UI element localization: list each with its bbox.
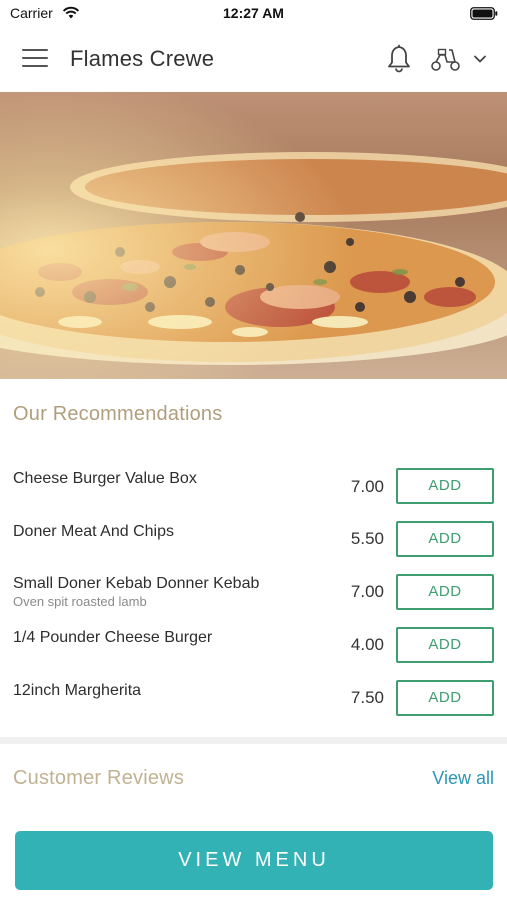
item-price: 5.50 — [350, 529, 384, 548]
item-name: Small Doner Kebab Donner Kebab — [13, 575, 260, 592]
list-item: Cheese Burger Value Box 7.00 ADD — [0, 467, 507, 519]
status-bar: Carrier 12:27 AM — [0, 0, 507, 26]
item-name: Doner Meat And Chips — [13, 523, 174, 540]
item-price: 4.00 — [350, 635, 384, 654]
list-item: Doner Meat And Chips 5.50 ADD — [0, 520, 507, 572]
view-all-link[interactable]: View all — [432, 768, 494, 789]
item-price: 7.50 — [350, 688, 384, 707]
scooter-icon[interactable] — [430, 46, 462, 72]
app-header: Flames Crewe — [0, 26, 507, 92]
hero-image — [0, 92, 507, 379]
item-price: 7.00 — [350, 477, 384, 496]
add-button[interactable]: ADD — [396, 521, 494, 557]
list-item: Small Doner Kebab Donner Kebab Oven spit… — [0, 573, 507, 625]
view-menu-button[interactable]: VIEW MENU — [15, 831, 493, 890]
pizza-image — [0, 92, 507, 379]
item-price: 7.00 — [350, 582, 384, 601]
list-item: 1/4 Pounder Cheese Burger 4.00 ADD — [0, 626, 507, 678]
reviews-heading: Customer Reviews — [13, 767, 185, 789]
add-button[interactable]: ADD — [396, 468, 494, 504]
item-name: 12inch Margherita — [13, 682, 142, 699]
item-description: Oven spit roasted lamb — [13, 594, 147, 609]
section-divider — [0, 737, 507, 744]
item-name: Cheese Burger Value Box — [13, 470, 197, 487]
item-name: 1/4 Pounder Cheese Burger — [13, 629, 213, 646]
battery-icon — [470, 7, 498, 20]
add-button[interactable]: ADD — [396, 680, 494, 716]
list-item: 12inch Margherita 7.50 ADD — [0, 679, 507, 731]
bell-icon[interactable] — [385, 43, 413, 73]
chevron-down-icon[interactable] — [472, 53, 488, 65]
menu-icon[interactable] — [22, 49, 48, 69]
recommendations-heading: Our Recommendations — [13, 403, 223, 425]
add-button[interactable]: ADD — [396, 574, 494, 610]
status-time: 12:27 AM — [223, 5, 284, 21]
page-title: Flames Crewe — [70, 46, 215, 71]
add-button[interactable]: ADD — [396, 627, 494, 663]
